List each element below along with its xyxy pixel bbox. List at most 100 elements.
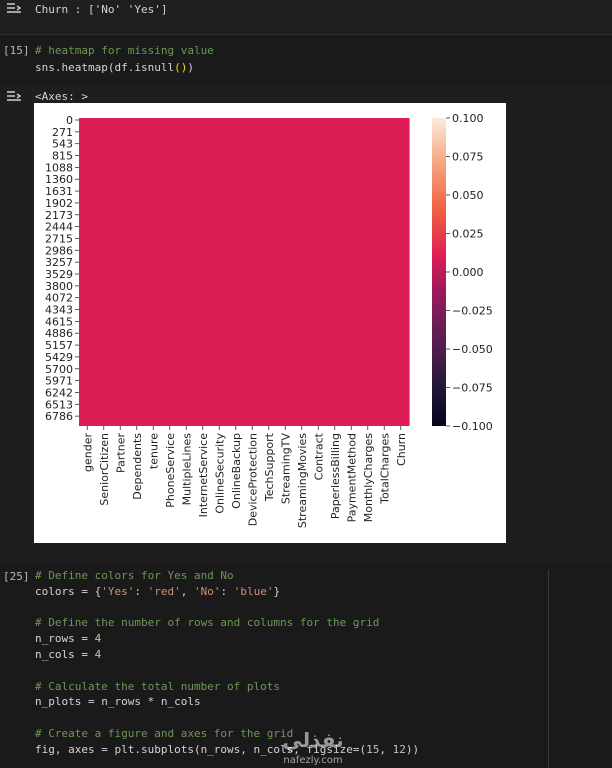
code-token: n_cols = <box>35 648 95 661</box>
heatmap-column-Churn <box>392 118 410 426</box>
heatmap-column-StreamingMovies <box>293 118 311 426</box>
x-tick-label: DeviceProtection <box>246 433 259 526</box>
code-token: # Define colors for Yes and No <box>35 569 234 582</box>
x-tick-label: InternetService <box>197 433 210 518</box>
code-token: 'red' <box>147 584 181 598</box>
churn-output-text: Churn : ['No' 'Yes'] <box>35 3 168 16</box>
colorbar-tick-label: −0.075 <box>452 382 493 395</box>
code-token: () <box>174 61 188 74</box>
x-tick-label: PaperlessBilling <box>329 433 342 519</box>
code-token: colors = { <box>35 584 102 598</box>
colorbar-tick-label: 0.075 <box>452 151 484 164</box>
x-tick-label: Churn <box>395 433 408 466</box>
colorbar <box>432 118 446 426</box>
code-token: # Define the number of rows and columns … <box>35 616 380 630</box>
colorbar-tick-label: −0.100 <box>452 420 493 433</box>
watermark-brand: نفذلي <box>282 728 344 752</box>
nafezly-watermark: نفذلي nafezly.com <box>268 728 358 768</box>
code-line: sns.heatmap(df.isnull()) <box>35 61 194 75</box>
code-token: sns.heatmap(df.isnull <box>35 61 175 74</box>
output-toggle-icon[interactable] <box>6 3 22 17</box>
code-token: : <box>220 584 234 598</box>
heatmap-column-SeniorCitizen <box>95 118 113 426</box>
colorbar-tick-label: −0.050 <box>452 343 493 356</box>
top-output-cell: Churn : ['No' 'Yes'] <box>0 0 612 28</box>
heatmap-column-MultipleLines <box>178 118 196 426</box>
colorbar-tick-label: 0.000 <box>452 266 484 279</box>
code-line: fig, axes = plt.subplots(n_rows, n_cols,… <box>35 743 419 757</box>
x-tick-label: Contract <box>312 432 325 480</box>
x-tick-label: OnlineSecurity <box>213 433 226 514</box>
code-token: 'blue' <box>233 584 274 598</box>
heatmap-column-InternetService <box>194 118 212 426</box>
heatmap-column-TechSupport <box>260 118 278 426</box>
cell-scrollbar[interactable] <box>548 570 549 768</box>
x-tick-label: MultipleLines <box>180 433 193 506</box>
heatmap-column-PaymentMethod <box>343 118 361 426</box>
code-token: )) <box>405 742 420 756</box>
watermark-domain: nafezly.com <box>283 755 343 766</box>
code-line: n_plots = n_rows * n_cols <box>35 695 201 709</box>
execution-count: [15] <box>3 44 30 57</box>
code-line: # Define colors for Yes and No <box>35 569 234 583</box>
x-tick-label: TechSupport <box>263 432 276 502</box>
x-tick-label: StreamingMovies <box>296 433 309 528</box>
code-token: ) <box>187 61 194 74</box>
heatmap-column-Partner <box>112 118 130 426</box>
heatmap-column-OnlineBackup <box>227 118 245 426</box>
axes-output-text: <Axes: > <box>35 90 88 103</box>
output-toggle-icon[interactable] <box>6 91 22 105</box>
heatmap-figure: 0 271 543 815 1088 1360 1631 1902 2173 2444 2715 29… <box>34 103 506 543</box>
colorbar-tick-label: 0.100 <box>452 112 484 125</box>
x-tick-label: gender <box>81 433 94 472</box>
code-line: # Define the number of rows and columns … <box>35 616 379 630</box>
cell-divider <box>0 34 612 35</box>
code-line: n_rows = 4 <box>35 632 101 646</box>
heatmap-column-PhoneService <box>161 118 179 426</box>
x-tick-label: TotalCharges <box>378 433 391 505</box>
code-token: , <box>379 742 393 756</box>
heatmap-chart: 0271543815108813601631190221732444271529… <box>45 112 493 528</box>
colorbar-tick-label: −0.025 <box>452 305 493 318</box>
x-tick-label: StreamingTV <box>279 433 292 505</box>
x-tick-label: tenure <box>147 433 160 469</box>
code-line: # Calculate the total number of plots <box>35 680 280 694</box>
code-token: n_rows = <box>35 632 95 646</box>
code-line: # Create a figure and axes for the grid <box>35 727 293 741</box>
heatmap-column-StreamingTV <box>277 118 295 426</box>
x-tick-label: Partner <box>114 433 127 473</box>
heatmap-column-Contract <box>310 118 328 426</box>
heatmap-column-DeviceProtection <box>244 118 262 426</box>
colorbar-tick-label: 0.050 <box>452 189 484 202</box>
code-line: # heatmap for missing value <box>35 44 214 58</box>
x-tick-label: MonthlyCharges <box>362 433 375 523</box>
y-tick-label: 6786 <box>45 410 73 423</box>
code-token: n_plots = n_rows * n_cols <box>35 695 201 709</box>
code-token: # Calculate the total number of plots <box>35 679 281 693</box>
code-cell-15[interactable]: [15] # heatmap for missing value sns.heat… <box>0 36 612 86</box>
code-token: , <box>180 584 194 598</box>
code-token: # Create a figure and axes for the grid <box>35 727 294 740</box>
execution-count: [25] <box>3 570 30 583</box>
code-line: n_cols = 4 <box>35 648 101 662</box>
heatmap-column-MonthlyCharges <box>359 118 377 426</box>
x-tick-label: PaymentMethod <box>345 433 358 522</box>
heatmap-column-Dependents <box>128 118 146 426</box>
code-token: # heatmap for missing value <box>35 44 214 57</box>
code-token: 4 <box>94 648 102 661</box>
code-token: 4 <box>94 632 102 646</box>
heatmap-column-PaperlessBilling <box>326 118 344 426</box>
heatmap-column-OnlineSecurity <box>211 118 229 426</box>
code-token: } <box>273 584 281 598</box>
x-tick-label: PhoneService <box>164 433 177 508</box>
heatmap-column-tenure <box>145 118 163 426</box>
code-token: 15 <box>366 742 380 756</box>
colorbar-tick-label: 0.025 <box>452 228 484 241</box>
x-tick-label: OnlineBackup <box>230 433 243 509</box>
code-token: 'No' <box>193 584 221 598</box>
code-token: 12 <box>392 742 406 756</box>
heatmap-column-TotalCharges <box>376 118 394 426</box>
code-line: colors = {'Yes': 'red', 'No': 'blue'} <box>35 585 280 599</box>
x-tick-label: SeniorCitizen <box>98 433 111 506</box>
code-token: : <box>134 584 148 598</box>
